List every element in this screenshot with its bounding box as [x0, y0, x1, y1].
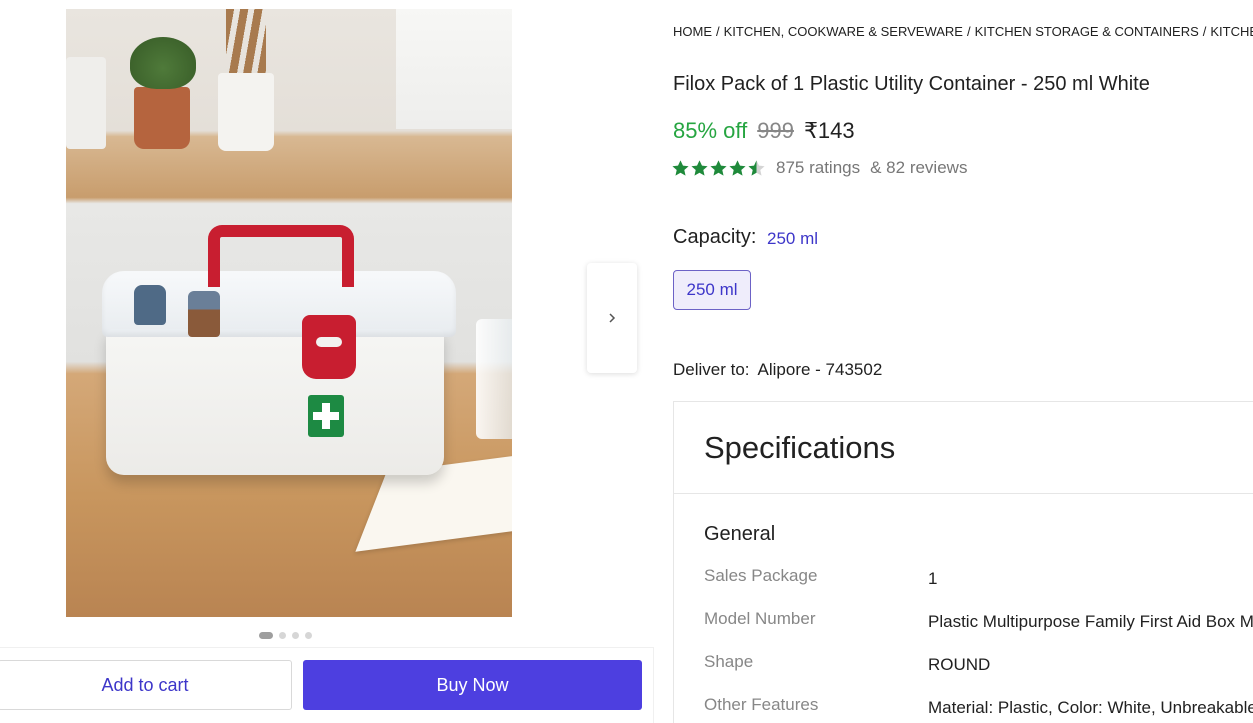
- photo-glass: [476, 319, 512, 439]
- spec-value: ROUND: [928, 655, 991, 674]
- original-price: 999: [757, 118, 794, 143]
- breadcrumb-separator: /: [716, 24, 720, 39]
- capacity-label: Capacity:: [673, 226, 757, 248]
- spec-group-title: General: [704, 523, 776, 545]
- breadcrumb-kitchen-containers[interactable]: KITCHEN CONTAINERS: [1210, 24, 1253, 39]
- star-icon: [748, 159, 765, 176]
- photo-plant: [130, 37, 196, 89]
- photo-window: [396, 9, 512, 129]
- action-bar: Add to cart Buy Now: [0, 647, 654, 723]
- photo-utensils: [226, 9, 266, 79]
- deliver-to-label: Deliver to:: [673, 360, 750, 379]
- first-aid-cross-icon: [308, 395, 344, 437]
- photo-utensil-jar: [218, 73, 274, 151]
- carousel-dot[interactable]: [259, 631, 273, 639]
- carousel-dot[interactable]: [292, 631, 299, 639]
- product-image[interactable]: [66, 9, 512, 617]
- star-icon: [691, 159, 708, 176]
- add-to-cart-button[interactable]: Add to cart: [0, 660, 292, 710]
- breadcrumb: HOME / KITCHEN, COOKWARE & SERVEWARE / KITCH…: [673, 24, 1253, 39]
- breadcrumb-kitchen-storage[interactable]: KITCHEN STORAGE & CONTAINERS: [975, 24, 1199, 39]
- product-title: Filox Pack of 1 Plastic Utility Containe…: [673, 73, 1150, 95]
- specifications-panel: Specifications General Sales Package 1 M…: [673, 401, 1253, 723]
- spec-key: Other Features: [704, 695, 819, 714]
- spec-value: Material: Plastic, Color: White, Unbreak…: [928, 698, 1253, 717]
- photo-box-latch: [302, 315, 356, 379]
- photo-box-handle: [208, 225, 354, 287]
- buy-now-button[interactable]: Buy Now: [303, 660, 642, 710]
- breadcrumb-home[interactable]: HOME: [673, 24, 712, 39]
- breadcrumb-separator: /: [1202, 24, 1207, 39]
- spec-value: Plastic Multipurpose Family First Aid Bo…: [928, 612, 1253, 631]
- star-icon: [672, 159, 689, 176]
- chevron-right-icon: [609, 313, 616, 323]
- next-image-button[interactable]: [587, 263, 637, 373]
- selling-price: ₹143: [803, 118, 855, 143]
- photo-jar: [66, 57, 106, 149]
- delivery-location[interactable]: Deliver to: Alipore - 743502: [673, 360, 882, 380]
- star-rating: [671, 159, 766, 178]
- photo-bottle: [188, 291, 220, 337]
- breadcrumb-separator: /: [966, 24, 971, 39]
- discount-percent: 85% off: [673, 118, 748, 143]
- rating-row[interactable]: 875 ratings & 82 reviews: [671, 158, 967, 178]
- star-icon: [710, 159, 727, 176]
- photo-box-body: [106, 329, 444, 475]
- spec-value: 1: [928, 569, 938, 588]
- specifications-heading: Specifications: [674, 402, 1253, 494]
- breadcrumb-kitchen-cookware[interactable]: KITCHEN, COOKWARE & SERVEWARE: [724, 24, 963, 39]
- spec-key: Sales Package: [704, 566, 818, 585]
- delivery-pincode: Alipore - 743502: [757, 360, 883, 379]
- spec-key: Model Number: [704, 609, 816, 628]
- capacity-option-250ml[interactable]: 250 ml: [673, 270, 751, 310]
- capacity-selected-value: 250 ml: [767, 229, 819, 248]
- carousel-dot[interactable]: [305, 631, 312, 639]
- star-icon: [729, 159, 746, 176]
- photo-plant-pot: [134, 87, 190, 149]
- ratings-count: 875 ratings: [776, 158, 861, 177]
- carousel-dots: [259, 631, 312, 639]
- photo-bottle: [134, 285, 166, 325]
- reviews-count: & 82 reviews: [870, 158, 968, 177]
- spec-key: Shape: [704, 652, 754, 671]
- price-row: 85% off 999 ₹143: [673, 118, 855, 144]
- carousel-dot[interactable]: [279, 631, 286, 639]
